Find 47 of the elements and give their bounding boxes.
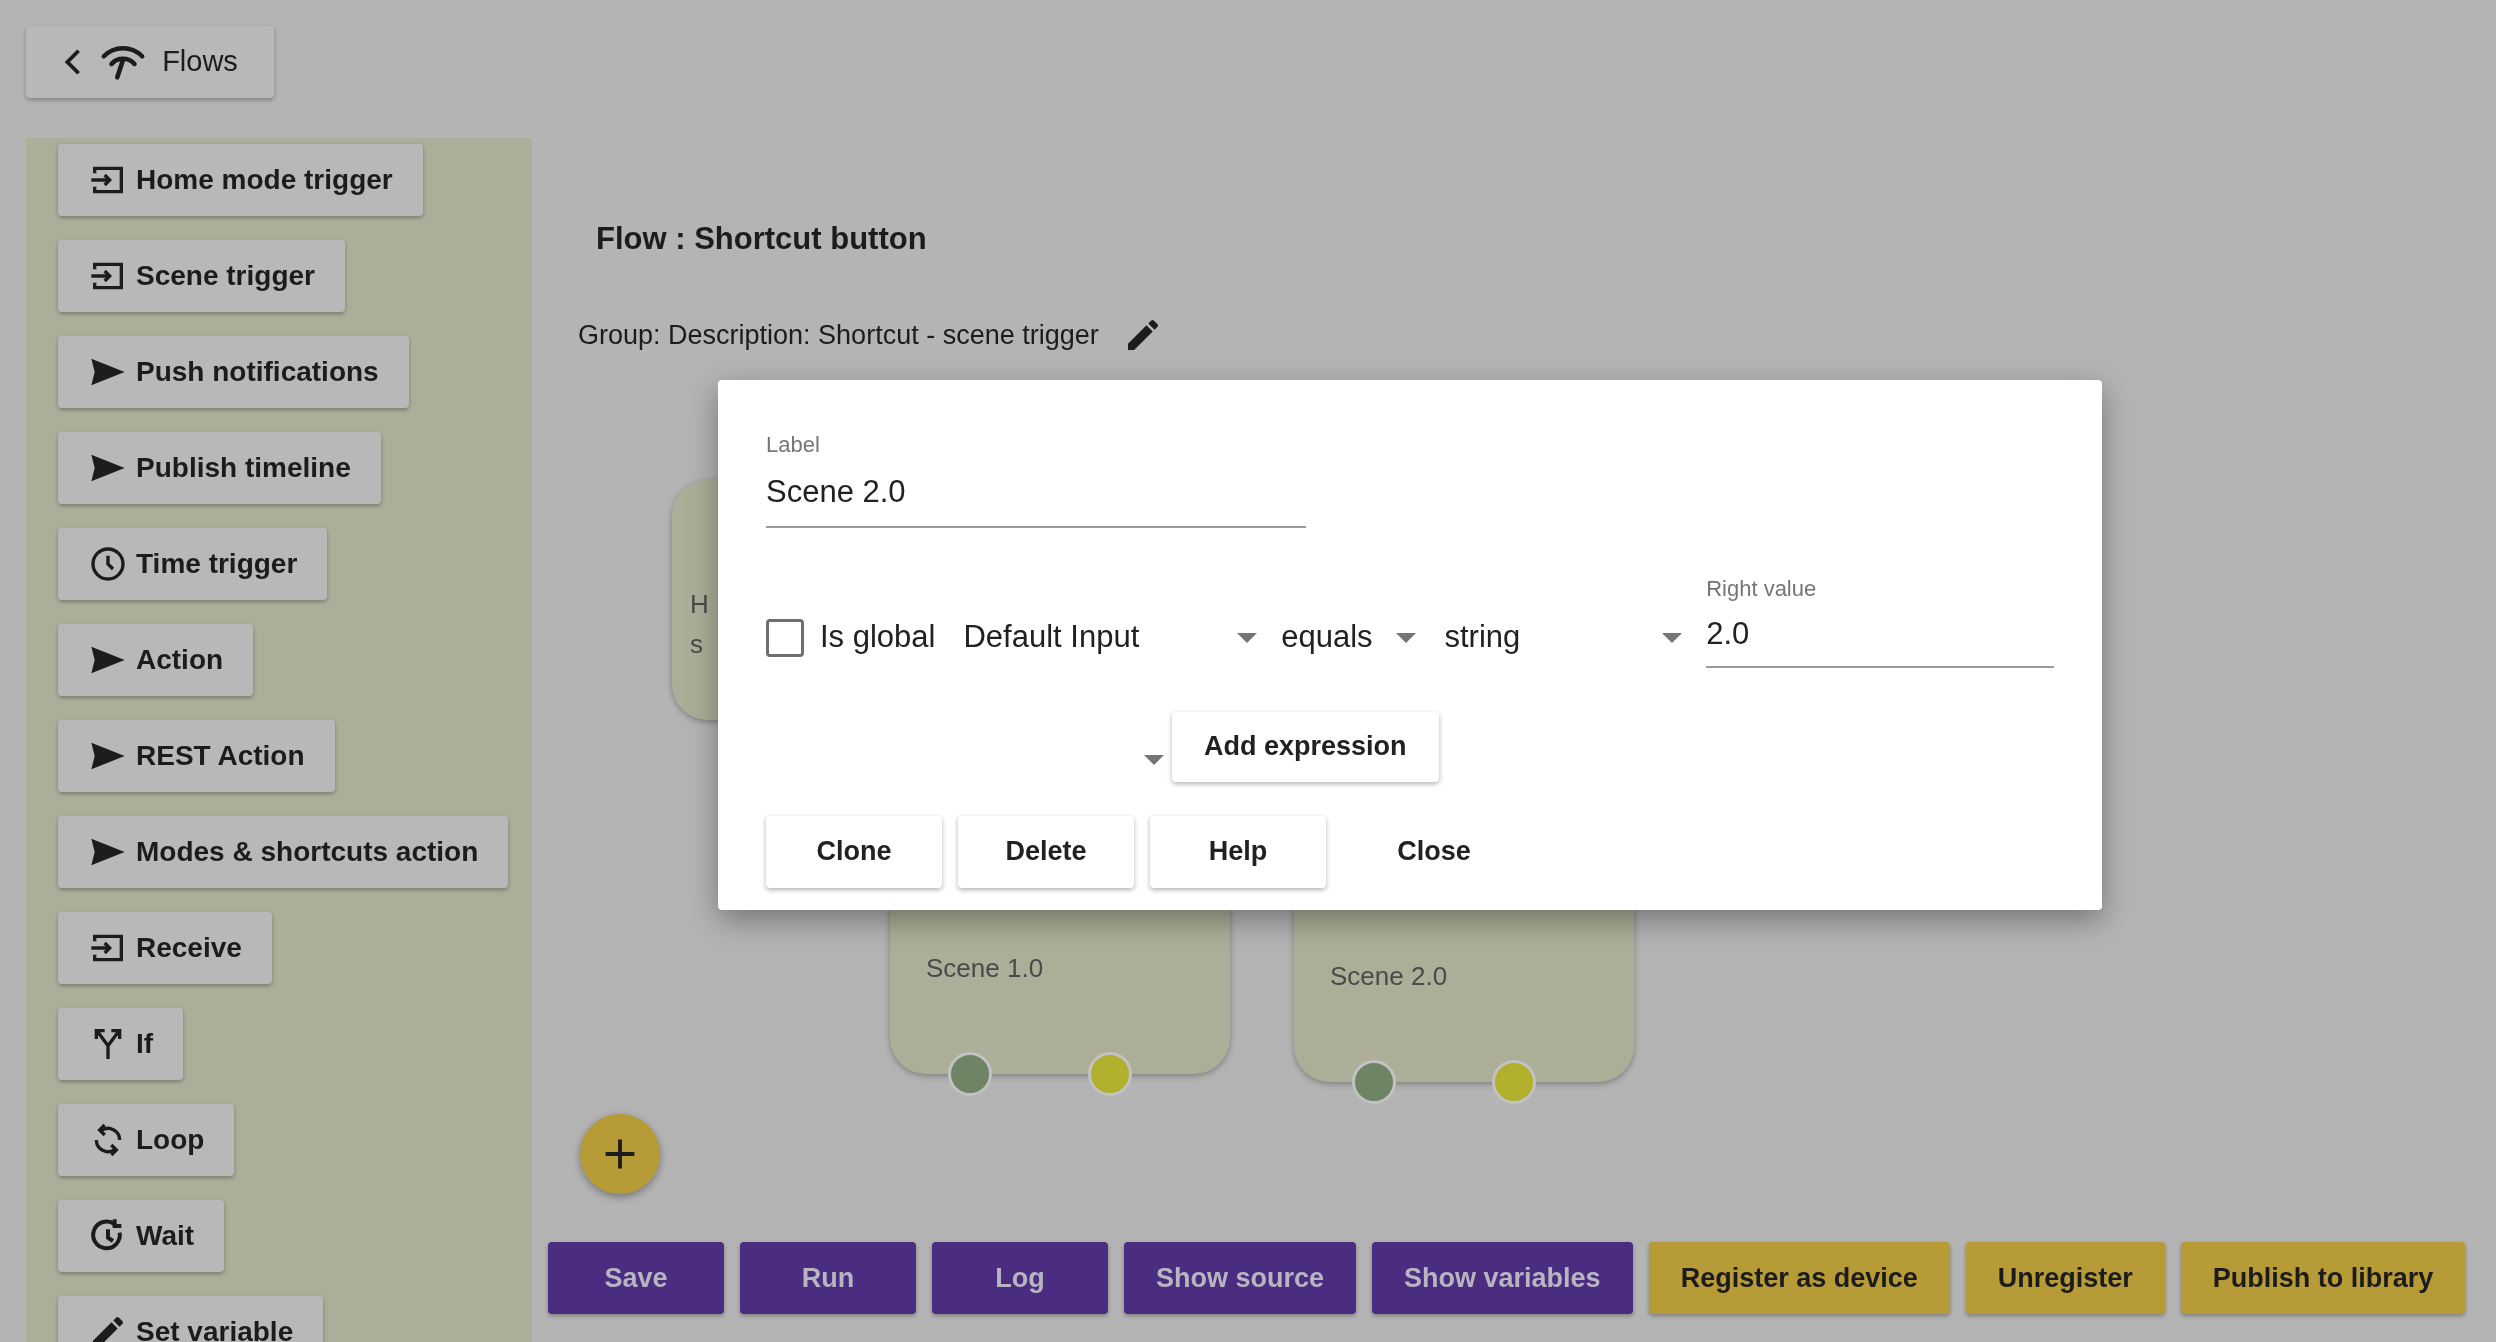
input-select[interactable]: Default Input — [963, 607, 1264, 668]
clock-icon — [88, 544, 128, 584]
node-type-button[interactable]: REST Action — [58, 720, 335, 792]
plus-icon — [604, 1138, 636, 1170]
type-select[interactable]: string — [1444, 607, 1683, 668]
toolbar-button[interactable]: Unregister — [1965, 1242, 2165, 1314]
toolbar-button[interactable]: Register as device — [1648, 1242, 1950, 1314]
flow-title: Flow : Shortcut button — [596, 220, 927, 258]
node-type-button[interactable]: Action — [58, 624, 254, 696]
operator-select[interactable]: equals — [1281, 607, 1417, 668]
dialog-button[interactable]: Close — [1346, 815, 1522, 888]
toolbar-button[interactable]: Publish to library — [2180, 1242, 2466, 1314]
add-expression-button[interactable]: Add expression — [1172, 711, 1439, 782]
node-type-button[interactable]: Receive — [58, 912, 272, 984]
node-type-button[interactable]: Scene trigger — [58, 240, 345, 312]
toolbar-button[interactable]: Show variables — [1372, 1242, 1633, 1314]
checkbox[interactable] — [766, 618, 804, 657]
node-type-button[interactable]: Time trigger — [58, 528, 328, 600]
node-type-button[interactable]: Set variable — [58, 1296, 324, 1342]
dialog-button[interactable]: Help — [1150, 815, 1326, 888]
dropdown-caret-icon — [1662, 631, 1683, 644]
label-field[interactable]: Label Scene 2.0 — [766, 428, 1306, 528]
dialog-button[interactable]: Clone — [766, 815, 942, 888]
group-description: Group: Description: Shortcut - scene trigger — [578, 318, 1099, 352]
node-type-button[interactable]: Home mode trigger — [58, 144, 423, 216]
node-type-button[interactable]: If — [58, 1008, 184, 1080]
toolbar-button[interactable]: Log — [932, 1242, 1108, 1314]
back-button[interactable]: Flows — [26, 26, 274, 98]
toolbar-button[interactable]: Show source — [1124, 1242, 1357, 1314]
node-type-button[interactable]: Push notifications — [58, 336, 409, 408]
toolbar-button[interactable]: Run — [740, 1242, 916, 1314]
dropdown-caret-icon — [1144, 753, 1164, 766]
dialog-button[interactable]: Delete — [958, 815, 1134, 888]
node-type-button[interactable]: Publish timeline — [58, 432, 381, 504]
node-label: Scene 2.0 — [1330, 960, 1448, 993]
dropdown-caret-icon — [1396, 631, 1417, 644]
add-fab[interactable] — [580, 1114, 660, 1194]
toolbar-button[interactable]: Save — [548, 1242, 724, 1314]
dropdown-caret-icon — [1237, 631, 1258, 644]
node-label: Scene 1.0 — [926, 952, 1044, 985]
node-label: s — [690, 628, 703, 661]
right-value-field[interactable]: Right value 2.0 — [1706, 572, 2054, 668]
node-type-button[interactable]: Modes & shortcuts action — [58, 816, 509, 888]
node-label: H — [690, 588, 709, 621]
node-type-button[interactable]: Wait — [58, 1200, 225, 1272]
node-type-button[interactable]: Loop — [58, 1104, 235, 1176]
checkbox-label: Is global — [820, 618, 936, 657]
